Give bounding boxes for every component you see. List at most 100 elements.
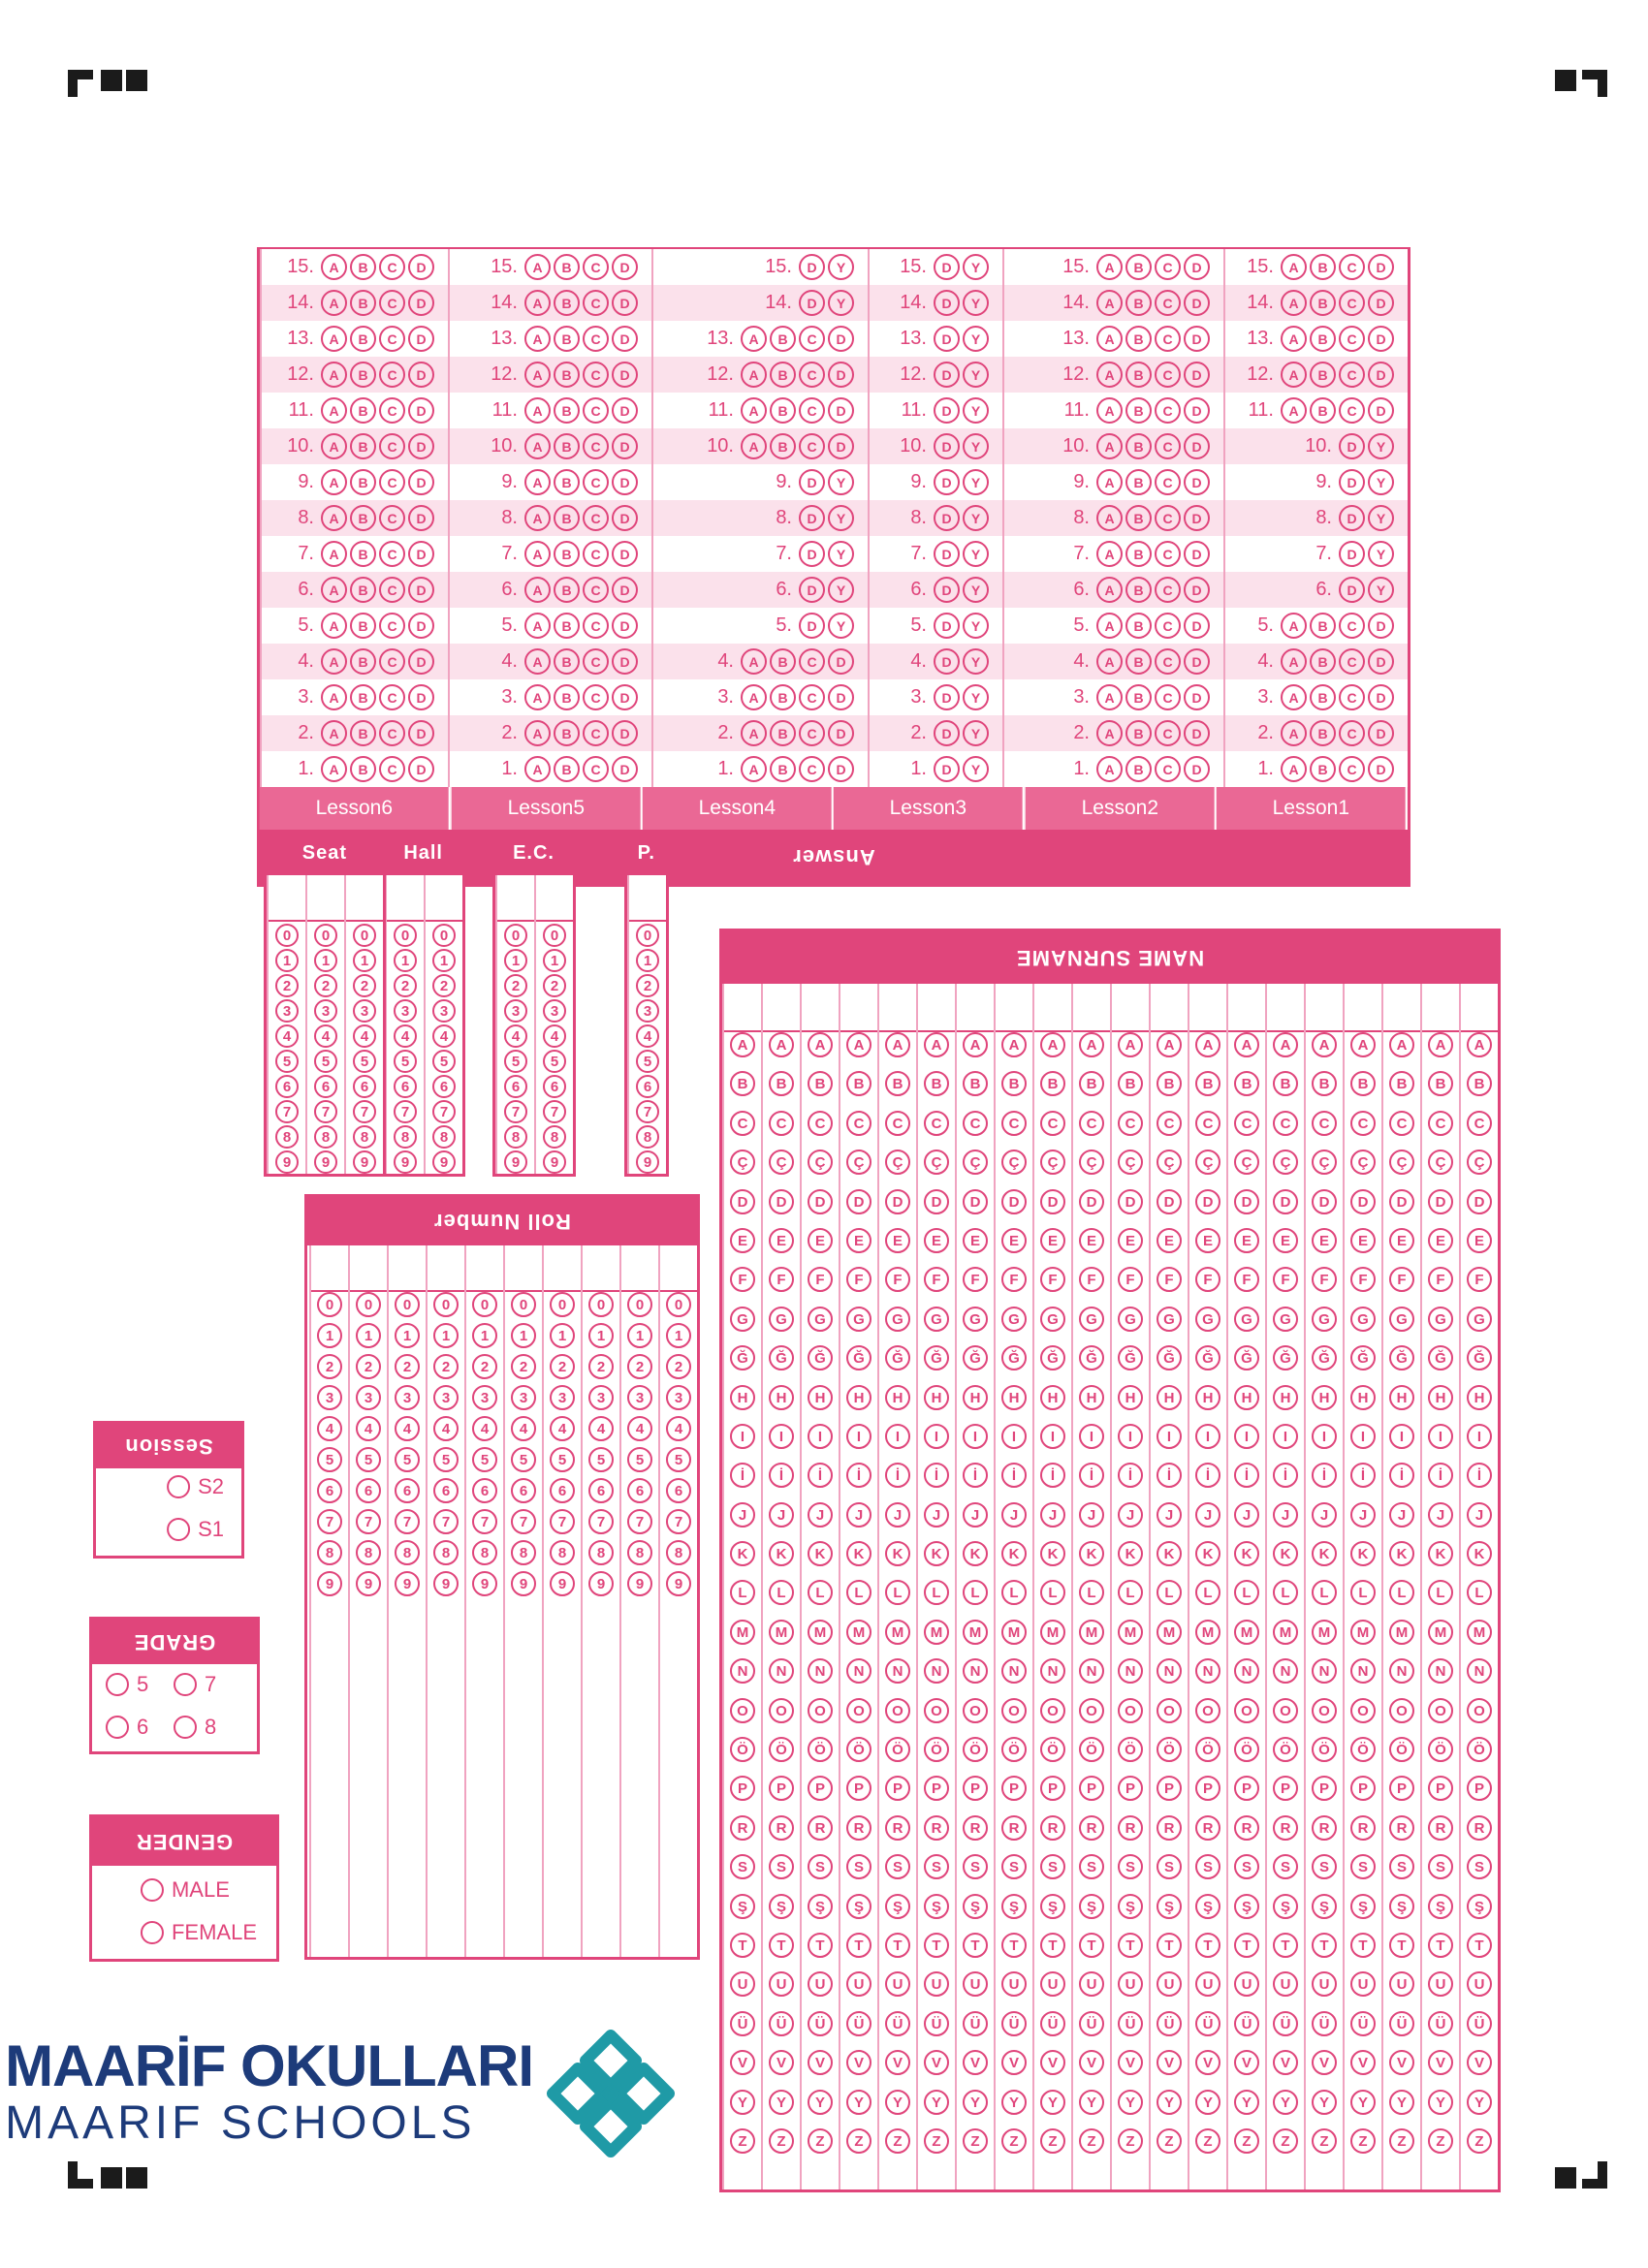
answer-bubble[interactable]: D	[934, 648, 960, 675]
letter-bubble[interactable]: Ç	[1389, 1150, 1414, 1176]
letter-bubble[interactable]: H	[1040, 1384, 1065, 1410]
letter-bubble[interactable]: M	[1040, 1619, 1065, 1645]
digit-bubble[interactable]: 5	[394, 1050, 417, 1073]
letter-bubble[interactable]: I	[1118, 1423, 1143, 1449]
letter-bubble[interactable]: M	[1001, 1619, 1027, 1645]
letter-bubble[interactable]: O	[1001, 1697, 1027, 1723]
answer-bubble[interactable]: C	[1339, 362, 1365, 388]
letter-bubble[interactable]: R	[885, 1814, 910, 1841]
letter-bubble[interactable]: R	[1195, 1814, 1220, 1841]
digit-bubble[interactable]: 3	[636, 999, 659, 1023]
answer-bubble[interactable]: B	[554, 505, 580, 531]
letter-bubble[interactable]: Ç	[924, 1150, 949, 1176]
letter-bubble[interactable]: J	[1389, 1501, 1414, 1528]
letter-bubble[interactable]: L	[1157, 1580, 1182, 1606]
answer-bubble[interactable]: A	[524, 577, 551, 603]
roll-digit-bubble[interactable]: 3	[511, 1385, 536, 1410]
letter-bubble[interactable]: Ş	[808, 1893, 833, 1919]
letter-bubble[interactable]: B	[924, 1071, 949, 1097]
answer-bubble[interactable]: Y	[828, 254, 854, 280]
answer-bubble[interactable]: D	[612, 505, 638, 531]
answer-bubble[interactable]: D	[612, 397, 638, 424]
letter-bubble[interactable]: J	[1195, 1501, 1220, 1528]
letter-bubble[interactable]: R	[1040, 1814, 1065, 1841]
roll-digit-bubble[interactable]: 2	[317, 1354, 342, 1379]
roll-digit-bubble[interactable]: 6	[395, 1478, 420, 1503]
letter-bubble[interactable]: N	[1079, 1658, 1104, 1685]
answer-bubble[interactable]: D	[408, 577, 434, 603]
letter-bubble[interactable]: H	[1234, 1384, 1259, 1410]
letter-bubble[interactable]: A	[924, 1032, 949, 1057]
letter-bubble[interactable]: L	[1350, 1580, 1376, 1606]
letter-bubble[interactable]: L	[808, 1580, 833, 1606]
letter-bubble[interactable]: R	[963, 1814, 988, 1841]
answer-bubble[interactable]: B	[1310, 613, 1336, 639]
letter-bubble[interactable]: Ç	[1350, 1150, 1376, 1176]
roll-digit-bubble[interactable]: 2	[666, 1354, 691, 1379]
letter-bubble[interactable]: N	[808, 1658, 833, 1685]
letter-bubble[interactable]: J	[885, 1501, 910, 1528]
letter-bubble[interactable]: M	[808, 1619, 833, 1645]
letter-bubble[interactable]: Ş	[1040, 1893, 1065, 1919]
answer-bubble[interactable]: B	[1310, 648, 1336, 675]
letter-bubble[interactable]: İ	[1157, 1463, 1182, 1489]
letter-bubble[interactable]: C	[1273, 1110, 1298, 1136]
answer-bubble[interactable]: A	[1096, 469, 1123, 495]
letter-bubble[interactable]: Y	[1234, 2089, 1259, 2115]
answer-bubble[interactable]: C	[583, 720, 609, 746]
answer-bubble[interactable]: B	[554, 577, 580, 603]
digit-bubble[interactable]: 9	[432, 1150, 456, 1174]
letter-bubble[interactable]: G	[1428, 1306, 1453, 1332]
letter-bubble[interactable]: A	[885, 1032, 910, 1057]
letter-bubble[interactable]: Ğ	[1079, 1345, 1104, 1371]
letter-bubble[interactable]: A	[1118, 1032, 1143, 1057]
answer-bubble[interactable]: D	[934, 362, 960, 388]
letter-bubble[interactable]: K	[1195, 1541, 1220, 1567]
answer-bubble[interactable]: C	[1155, 362, 1181, 388]
name-entry-cell[interactable]	[1034, 984, 1071, 1032]
digit-bubble[interactable]: 5	[432, 1050, 456, 1073]
answer-bubble[interactable]: C	[1339, 290, 1365, 316]
letter-bubble[interactable]: I	[1428, 1423, 1453, 1449]
letter-bubble[interactable]: V	[1118, 2050, 1143, 2076]
answer-bubble[interactable]: B	[770, 684, 796, 710]
answer-bubble[interactable]: C	[1339, 254, 1365, 280]
answer-bubble[interactable]: D	[1368, 254, 1394, 280]
letter-bubble[interactable]: V	[1312, 2050, 1337, 2076]
answer-bubble[interactable]: D	[408, 397, 434, 424]
roll-digit-bubble[interactable]: 8	[588, 1540, 614, 1565]
letter-bubble[interactable]: P	[769, 1776, 794, 1802]
letter-bubble[interactable]: I	[924, 1423, 949, 1449]
letter-bubble[interactable]: S	[1040, 1854, 1065, 1880]
answer-bubble[interactable]: C	[583, 505, 609, 531]
answer-bubble[interactable]: A	[1281, 613, 1307, 639]
roll-digit-bubble[interactable]: 2	[433, 1354, 459, 1379]
digit-bubble[interactable]: 7	[543, 1100, 566, 1123]
letter-bubble[interactable]: S	[1428, 1854, 1453, 1880]
letter-bubble[interactable]: P	[1157, 1776, 1182, 1802]
name-entry-cell[interactable]	[996, 984, 1032, 1032]
name-entry-cell[interactable]	[1306, 984, 1343, 1032]
letter-bubble[interactable]: P	[1428, 1776, 1453, 1802]
digit-bubble[interactable]: 6	[543, 1075, 566, 1098]
letter-bubble[interactable]: L	[1195, 1580, 1220, 1606]
digit-bubble[interactable]: 9	[504, 1150, 527, 1174]
letter-bubble[interactable]: B	[1467, 1071, 1492, 1097]
roll-digit-bubble[interactable]: 6	[433, 1478, 459, 1503]
letter-bubble[interactable]: Z	[730, 2127, 755, 2154]
entry-cell[interactable]	[346, 885, 383, 922]
letter-bubble[interactable]: Y	[846, 2089, 872, 2115]
digit-bubble[interactable]: 2	[543, 974, 566, 997]
answer-bubble[interactable]: D	[1184, 541, 1210, 567]
letter-bubble[interactable]: G	[1040, 1306, 1065, 1332]
letter-bubble[interactable]: V	[1195, 2050, 1220, 2076]
name-entry-cell[interactable]	[724, 984, 761, 1032]
answer-bubble[interactable]: D	[934, 613, 960, 639]
answer-bubble[interactable]: D	[612, 720, 638, 746]
letter-bubble[interactable]: K	[769, 1541, 794, 1567]
answer-bubble[interactable]: D	[408, 469, 434, 495]
letter-bubble[interactable]: Ğ	[1350, 1345, 1376, 1371]
answer-bubble[interactable]: B	[1125, 505, 1152, 531]
letter-bubble[interactable]: V	[1273, 2050, 1298, 2076]
answer-bubble[interactable]: A	[1096, 433, 1123, 459]
